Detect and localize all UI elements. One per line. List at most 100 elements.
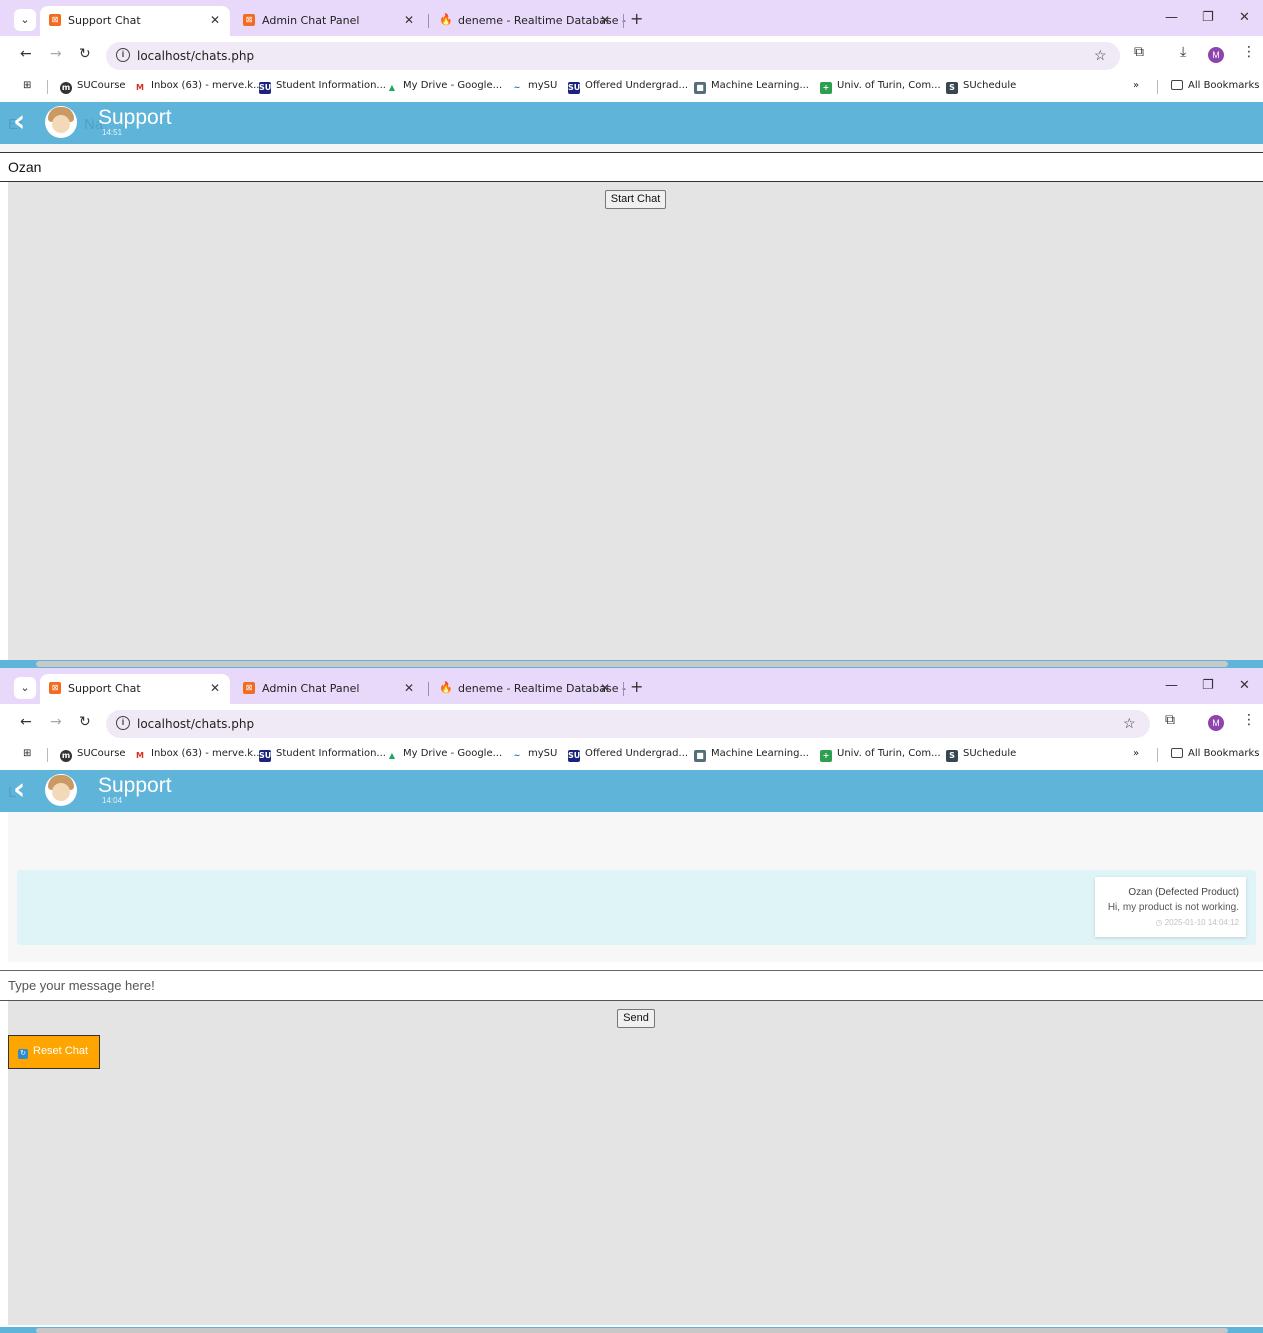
su-icon: SU — [568, 750, 581, 762]
url-text[interactable]: localhost/chats.php — [137, 49, 254, 63]
address-bar[interactable]: i localhost/chats.php ☆ — [106, 42, 1120, 70]
tab-admin-chat-panel[interactable]: ⊠ Admin Chat Panel ✕ — [234, 6, 424, 36]
moodle-icon: m — [60, 750, 72, 762]
tab-support-chat[interactable]: ⊠ Support Chat ✕ — [40, 674, 230, 704]
chat-title: Support — [98, 774, 172, 797]
horizontal-scrollbar[interactable] — [0, 660, 1263, 668]
apps-icon[interactable]: ⊞ — [23, 748, 31, 759]
forward-icon[interactable]: → — [50, 46, 62, 62]
new-tab-button[interactable]: + — [630, 677, 643, 696]
back-arrow-icon[interactable]: ‹ — [13, 105, 25, 139]
site-info-icon[interactable]: i — [116, 716, 130, 730]
close-icon[interactable]: ✕ — [404, 13, 414, 27]
message-input[interactable] — [0, 971, 1263, 1001]
profile-avatar[interactable]: M — [1208, 47, 1224, 63]
forward-icon[interactable]: → — [50, 714, 62, 730]
bookmark-student-info[interactable]: SU Student Information... — [259, 748, 386, 762]
horizontal-scrollbar[interactable] — [0, 1327, 1263, 1333]
bookmark-my-drive[interactable]: ▲ My Drive - Google... — [386, 80, 502, 94]
close-icon[interactable]: ✕ — [600, 681, 610, 695]
send-button[interactable]: Send — [617, 1009, 655, 1028]
tab-firebase[interactable]: 🔥 deneme - Realtime Database - ✕ — [430, 6, 626, 36]
tab-separator — [428, 682, 429, 696]
chat-header: L ‹ Support 14:04 — [0, 770, 1263, 812]
tab-firebase[interactable]: 🔥 deneme - Realtime Database - ✕ — [430, 674, 626, 704]
extensions-icon[interactable]: ⧉ — [1165, 712, 1175, 728]
close-icon[interactable]: ✕ — [600, 13, 610, 27]
tab-support-chat[interactable]: ⊠ Support Chat ✕ — [40, 6, 230, 36]
window-close-icon[interactable]: ✕ — [1239, 10, 1250, 25]
reload-icon[interactable]: ↻ — [79, 46, 91, 62]
name-value[interactable]: Ozan — [8, 159, 41, 175]
tab-admin-chat-panel[interactable]: ⊠ Admin Chat Panel ✕ — [234, 674, 424, 704]
bookmark-offered-undergrad[interactable]: SU Offered Undergrad... — [568, 748, 688, 762]
bookmark-sucourse[interactable]: m SUCourse — [60, 80, 126, 94]
download-icon[interactable]: ⤓ — [1180, 44, 1186, 60]
start-chat-button[interactable]: Start Chat — [605, 190, 666, 209]
bookmark-univ-turin[interactable]: + Univ. of Turin, Com... — [820, 80, 941, 94]
bookmark-mysu[interactable]: ~ mySU — [511, 80, 558, 94]
name-input[interactable]: Ozan — [0, 152, 1263, 182]
minimize-icon[interactable]: — — [1165, 10, 1178, 25]
folder-icon — [1171, 80, 1183, 90]
suchedule-icon: S — [946, 750, 958, 762]
scrollbar-thumb[interactable] — [36, 661, 1228, 667]
menu-icon[interactable]: ⋮ — [1242, 44, 1256, 60]
minimize-icon[interactable]: — — [1165, 678, 1178, 693]
restore-icon[interactable]: ❐ — [1202, 10, 1214, 25]
bookmark-inbox[interactable]: M Inbox (63) - merve.k... — [134, 748, 263, 762]
bookmark-sucourse[interactable]: m SUCourse — [60, 748, 126, 762]
close-icon[interactable]: ✕ — [404, 681, 414, 695]
apps-icon[interactable]: ⊞ — [23, 80, 31, 91]
bookmark-star-icon[interactable]: ☆ — [1094, 47, 1107, 64]
su-icon: SU — [259, 82, 272, 94]
url-text[interactable]: localhost/chats.php — [137, 717, 254, 731]
bookmarks-overflow-icon[interactable]: » — [1133, 80, 1139, 91]
close-icon[interactable]: ✕ — [210, 13, 220, 27]
bookmark-my-drive[interactable]: ▲ My Drive - Google... — [386, 748, 502, 762]
su-icon: SU — [259, 750, 272, 762]
bookmark-suchedule[interactable]: S SUchedule — [946, 748, 1016, 762]
back-icon[interactable]: ← — [20, 714, 32, 730]
scrollbar-thumb[interactable] — [36, 1328, 1228, 1333]
tab-separator — [623, 14, 624, 28]
firebase-icon: 🔥 — [439, 681, 453, 694]
bookmark-univ-turin[interactable]: + Univ. of Turin, Com... — [820, 748, 941, 762]
bookmark-inbox[interactable]: M Inbox (63) - merve.k... — [134, 80, 263, 94]
back-arrow-icon[interactable]: ‹ — [13, 773, 25, 807]
mysu-icon: ~ — [513, 83, 521, 92]
bookmarks-bar: ⊞ m SUCourse M Inbox (63) - merve.k... SU S… — [0, 72, 1263, 102]
folder-icon — [1171, 748, 1183, 758]
header-time: 14:04 — [102, 796, 123, 805]
tab-search-button[interactable]: ⌄ — [14, 677, 36, 699]
tab-title: Admin Chat Panel — [262, 14, 360, 27]
back-icon[interactable]: ← — [20, 46, 32, 62]
site-info-icon[interactable]: i — [116, 48, 130, 62]
profile-avatar[interactable]: M — [1208, 715, 1224, 731]
bookmark-machine-learning[interactable]: ■ Machine Learning... — [694, 80, 809, 94]
window-close-icon[interactable]: ✕ — [1239, 678, 1250, 693]
bookmark-machine-learning[interactable]: ■ Machine Learning... — [694, 748, 809, 762]
close-icon[interactable]: ✕ — [210, 681, 220, 695]
tab-bar: ⌄ ⊠ Support Chat ✕ ⊠ Admin Chat Panel ✕ … — [0, 0, 1263, 36]
all-bookmarks[interactable]: All Bookmarks — [1171, 748, 1259, 759]
bookmark-separator — [47, 80, 48, 94]
menu-icon[interactable]: ⋮ — [1242, 712, 1256, 728]
bookmark-star-icon[interactable]: ☆ — [1123, 715, 1136, 732]
reload-icon[interactable]: ↻ — [79, 714, 91, 730]
all-bookmarks[interactable]: All Bookmarks — [1171, 80, 1259, 91]
bookmarks-overflow-icon[interactable]: » — [1133, 748, 1139, 759]
bookmark-suchedule[interactable]: S SUchedule — [946, 80, 1016, 94]
mysu-icon: ~ — [513, 751, 521, 760]
suchedule-icon: S — [946, 82, 958, 94]
avatar — [45, 774, 77, 806]
bookmark-offered-undergrad[interactable]: SU Offered Undergrad... — [568, 80, 688, 94]
restore-icon[interactable]: ❐ — [1202, 678, 1214, 693]
address-bar[interactable]: i localhost/chats.php ☆ — [106, 710, 1150, 738]
tab-search-button[interactable]: ⌄ — [14, 9, 36, 31]
bookmark-mysu[interactable]: ~ mySU — [511, 748, 558, 762]
new-tab-button[interactable]: + — [630, 9, 643, 28]
reset-chat-button[interactable]: ↻ Reset Chat — [8, 1035, 100, 1069]
extensions-icon[interactable]: ⧉ — [1134, 44, 1144, 60]
bookmark-student-info[interactable]: SU Student Information... — [259, 80, 386, 94]
